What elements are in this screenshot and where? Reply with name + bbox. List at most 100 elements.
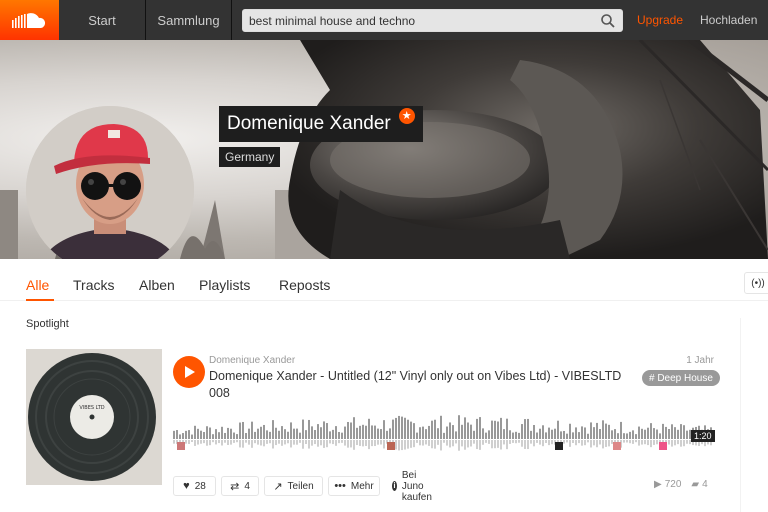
- comment-avatar: [613, 442, 621, 450]
- play-button[interactable]: [173, 356, 205, 388]
- waveform-bar-reflection: [344, 440, 346, 446]
- waveform-bar-reflection: [677, 440, 679, 445]
- soundcloud-logo-icon[interactable]: [0, 0, 59, 40]
- track-title[interactable]: Domenique Xander - Untitled (12" Vinyl o…: [209, 368, 634, 402]
- waveform-bar: [620, 421, 622, 439]
- waveform-bar-reflection: [668, 440, 670, 445]
- upgrade-link[interactable]: Upgrade: [637, 0, 683, 40]
- play-icon: [185, 366, 195, 378]
- waveform-bar-reflection: [500, 440, 502, 450]
- waveform-bar-reflection: [458, 440, 460, 451]
- waveform-bar-reflection: [266, 440, 268, 444]
- waveform-bar: [464, 417, 466, 439]
- track-uploader[interactable]: Domenique Xander: [209, 355, 295, 366]
- waveform-bar: [581, 426, 583, 439]
- info-icon: i: [392, 481, 397, 491]
- waveform-bar: [419, 427, 421, 439]
- repost-icon: ⇄: [230, 480, 240, 493]
- waveform-bar: [509, 430, 511, 439]
- waveform-bar: [314, 429, 316, 439]
- upload-link[interactable]: Hochladen: [700, 0, 757, 40]
- waveform-bar: [362, 424, 364, 439]
- waveform-bar: [278, 430, 280, 439]
- search-icon[interactable]: [600, 13, 616, 29]
- genre-tag[interactable]: # Deep House: [642, 370, 720, 386]
- waveform-bar: [617, 433, 619, 439]
- waveform-bar-reflection: [227, 440, 229, 445]
- tab-playlists[interactable]: Playlists: [199, 277, 250, 293]
- search-input[interactable]: [243, 10, 583, 31]
- waveform-bar: [248, 428, 250, 439]
- track-artwork[interactable]: VIBES LTD: [26, 349, 162, 485]
- waveform-bar-reflection: [455, 440, 457, 444]
- waveform-bar-reflection: [329, 440, 331, 444]
- waveform-bar: [200, 430, 202, 439]
- nav-collection[interactable]: Sammlung: [146, 0, 232, 40]
- buy-link[interactable]: i Bei Juno kaufen: [392, 470, 437, 503]
- waveform-bar-reflection: [593, 440, 595, 446]
- waveform-bar-reflection: [185, 440, 187, 444]
- waveform-bar: [317, 424, 319, 439]
- waveform-bar: [284, 429, 286, 439]
- waveform-bar-reflection: [398, 440, 400, 451]
- waveform-bar: [392, 419, 394, 439]
- waveform-bar: [173, 430, 175, 439]
- waveform[interactable]: [173, 406, 715, 458]
- waveform-bar-reflection: [482, 440, 484, 445]
- waveform-bar: [347, 421, 349, 439]
- comments-stat[interactable]: ▰ 4: [691, 479, 707, 490]
- waveform-bar: [599, 429, 601, 439]
- waveform-bar: [263, 424, 265, 439]
- waveform-bar-reflection: [515, 440, 517, 444]
- waveform-bar: [587, 433, 589, 439]
- waveform-bar-reflection: [269, 440, 271, 444]
- waveform-bar-reflection: [347, 440, 349, 448]
- waveform-bar: [575, 427, 577, 439]
- waveform-bar: [644, 429, 646, 439]
- waveform-bar: [188, 430, 190, 439]
- waveform-bar: [398, 415, 400, 439]
- waveform-bar: [245, 433, 247, 439]
- waveform-bar-reflection: [326, 440, 328, 448]
- waveform-bar-reflection: [218, 440, 220, 444]
- waveform-bar: [551, 429, 553, 439]
- waveform-bar-reflection: [278, 440, 280, 444]
- waveform-bar: [302, 419, 304, 439]
- waveform-bar: [359, 425, 361, 439]
- tab-reposts[interactable]: Reposts: [279, 277, 330, 293]
- tab-tracks[interactable]: Tracks: [73, 277, 114, 293]
- waveform-bar: [335, 426, 337, 439]
- waveform-bar-reflection: [674, 440, 676, 446]
- waveform-bar-reflection: [407, 440, 409, 449]
- waveform-bar-reflection: [245, 440, 247, 443]
- waveform-bar: [614, 429, 616, 439]
- share-icon: ↗: [273, 480, 283, 493]
- waveform-bar: [470, 424, 472, 439]
- waveform-bar: [659, 433, 661, 439]
- waveform-bar-reflection: [518, 440, 520, 443]
- waveform-bar: [443, 432, 445, 439]
- waveform-bar: [179, 434, 181, 439]
- nav-start[interactable]: Start: [59, 0, 146, 40]
- waveform-bar-reflection: [491, 440, 493, 449]
- waveform-bar: [353, 417, 355, 439]
- waveform-bar-reflection: [374, 440, 376, 447]
- broadcast-icon[interactable]: (•)): [744, 272, 768, 294]
- waveform-bar: [401, 416, 403, 439]
- waveform-bar-reflection: [422, 440, 424, 446]
- waveform-bar: [545, 432, 547, 439]
- waveform-bar-reflection: [611, 440, 613, 444]
- waveform-bar: [296, 428, 298, 439]
- like-button[interactable]: ♥ 28: [173, 476, 216, 496]
- tab-all[interactable]: Alle: [26, 277, 49, 293]
- waveform-bar-reflection: [368, 440, 370, 450]
- waveform-bar: [209, 427, 211, 439]
- waveform-bar-reflection: [623, 440, 625, 443]
- more-button[interactable]: ••• Mehr: [328, 476, 380, 496]
- tab-albums[interactable]: Alben: [139, 277, 175, 293]
- repost-button[interactable]: ⇄ 4: [221, 476, 259, 496]
- share-button[interactable]: ↗ Teilen: [264, 476, 323, 496]
- waveform-bar-reflection: [209, 440, 211, 446]
- waveform-bar: [440, 415, 442, 439]
- waveform-bar: [503, 429, 505, 439]
